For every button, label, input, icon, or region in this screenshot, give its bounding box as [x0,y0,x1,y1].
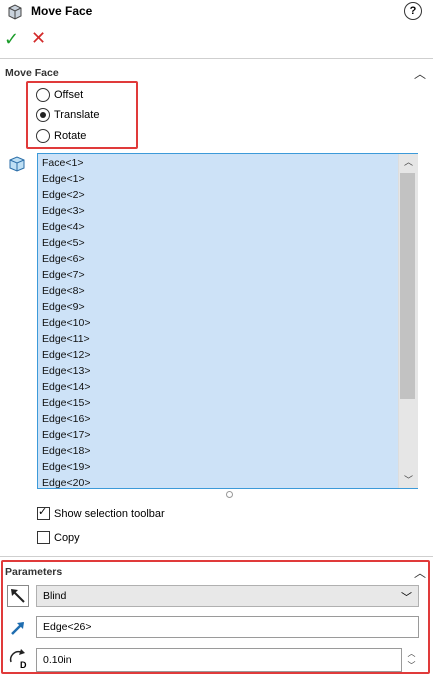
radio-label: Translate [54,109,100,121]
selection-list[interactable]: Face<1> Edge<1> Edge<2> Edge<3> Edge<4> … [37,153,418,489]
section-title: Parameters [5,566,63,578]
end-condition-dropdown[interactable]: Blind ﹀ [36,585,419,607]
list-item[interactable]: Face<1> [42,157,83,169]
radio-rotate[interactable]: Rotate [36,127,86,145]
copy-checkbox[interactable]: Copy [37,531,80,544]
cancel-x-icon[interactable]: ✕ [31,29,46,47]
section-title: Move Face [5,67,59,79]
scroll-down-icon[interactable]: ﹀ [399,472,418,488]
list-item[interactable]: Edge<7> [42,269,85,281]
list-item[interactable]: Edge<14> [42,381,90,393]
scroll-up-icon[interactable]: ︿ [399,154,418,170]
list-item[interactable]: Edge<10> [42,317,90,329]
distance-spinner[interactable]: ︿ ﹀ [404,648,419,672]
property-manager-title: Move Face [31,4,93,18]
parameters-section-header[interactable]: Parameters ︿ [0,562,433,580]
scroll-thumb[interactable] [400,173,415,399]
checkbox-label: Copy [54,531,80,544]
list-item[interactable]: Edge<17> [42,429,90,441]
chevron-up-icon[interactable]: ︿ [414,564,426,581]
list-item[interactable]: Edge<5> [42,237,85,249]
list-item[interactable]: Edge<12> [42,349,90,361]
list-item[interactable]: Edge<18> [42,445,90,457]
spin-down-icon[interactable]: ﹀ [404,660,419,672]
face-selection-icon [8,155,26,173]
list-item[interactable]: Edge<13> [42,365,90,377]
field-value: Edge<26> [43,621,92,633]
radio-label: Rotate [54,130,87,142]
spin-up-icon[interactable]: ︿ [404,648,419,660]
divider [0,58,433,59]
dropdown-value: Blind [43,590,67,602]
svg-text:D: D [20,660,27,670]
chevron-up-icon[interactable]: ︿ [414,65,426,82]
list-item[interactable]: Edge<6> [42,253,85,265]
move-face-section-header[interactable]: Move Face ︿ [0,63,433,81]
reverse-direction-icon[interactable] [7,585,29,607]
list-item[interactable]: Edge<19> [42,461,90,473]
help-icon[interactable]: ? [404,2,422,20]
ok-checkmark-icon[interactable]: ✓ [4,30,19,48]
feature-icon [6,3,24,21]
list-item[interactable]: Edge<4> [42,221,85,233]
radio-button[interactable] [36,129,50,143]
checkbox[interactable] [37,531,50,544]
list-item[interactable]: Edge<8> [42,285,85,297]
distance-icon: D [7,648,29,670]
radio-button-selected[interactable] [36,108,50,122]
list-item[interactable]: Edge<2> [42,189,85,201]
direction-reference-field[interactable]: Edge<26> [36,616,419,638]
radio-offset[interactable]: Offset [36,86,83,104]
radio-button[interactable] [36,88,50,102]
show-selection-toolbar-checkbox[interactable]: Show selection toolbar [37,505,165,520]
distance-input[interactable]: 0.10in [36,648,402,672]
resize-handle[interactable] [226,491,233,498]
radio-translate[interactable]: Translate [36,106,99,124]
checkbox-label: Show selection toolbar [54,507,165,520]
list-item[interactable]: Edge<11> [42,333,90,345]
radio-label: Offset [54,89,84,101]
list-item[interactable]: Edge<3> [42,205,85,217]
direction-arrow-icon [9,619,27,637]
checkbox[interactable] [37,505,50,520]
input-value: 0.10in [43,654,72,666]
list-item[interactable]: Edge<9> [42,301,85,313]
list-item[interactable]: Edge<1> [42,173,85,185]
divider [0,556,433,557]
list-item[interactable]: Edge<20> [42,477,90,488]
list-item[interactable]: Edge<16> [42,413,90,425]
chevron-down-icon[interactable]: ﹀ [401,589,412,605]
list-item[interactable]: Edge<15> [42,397,90,409]
